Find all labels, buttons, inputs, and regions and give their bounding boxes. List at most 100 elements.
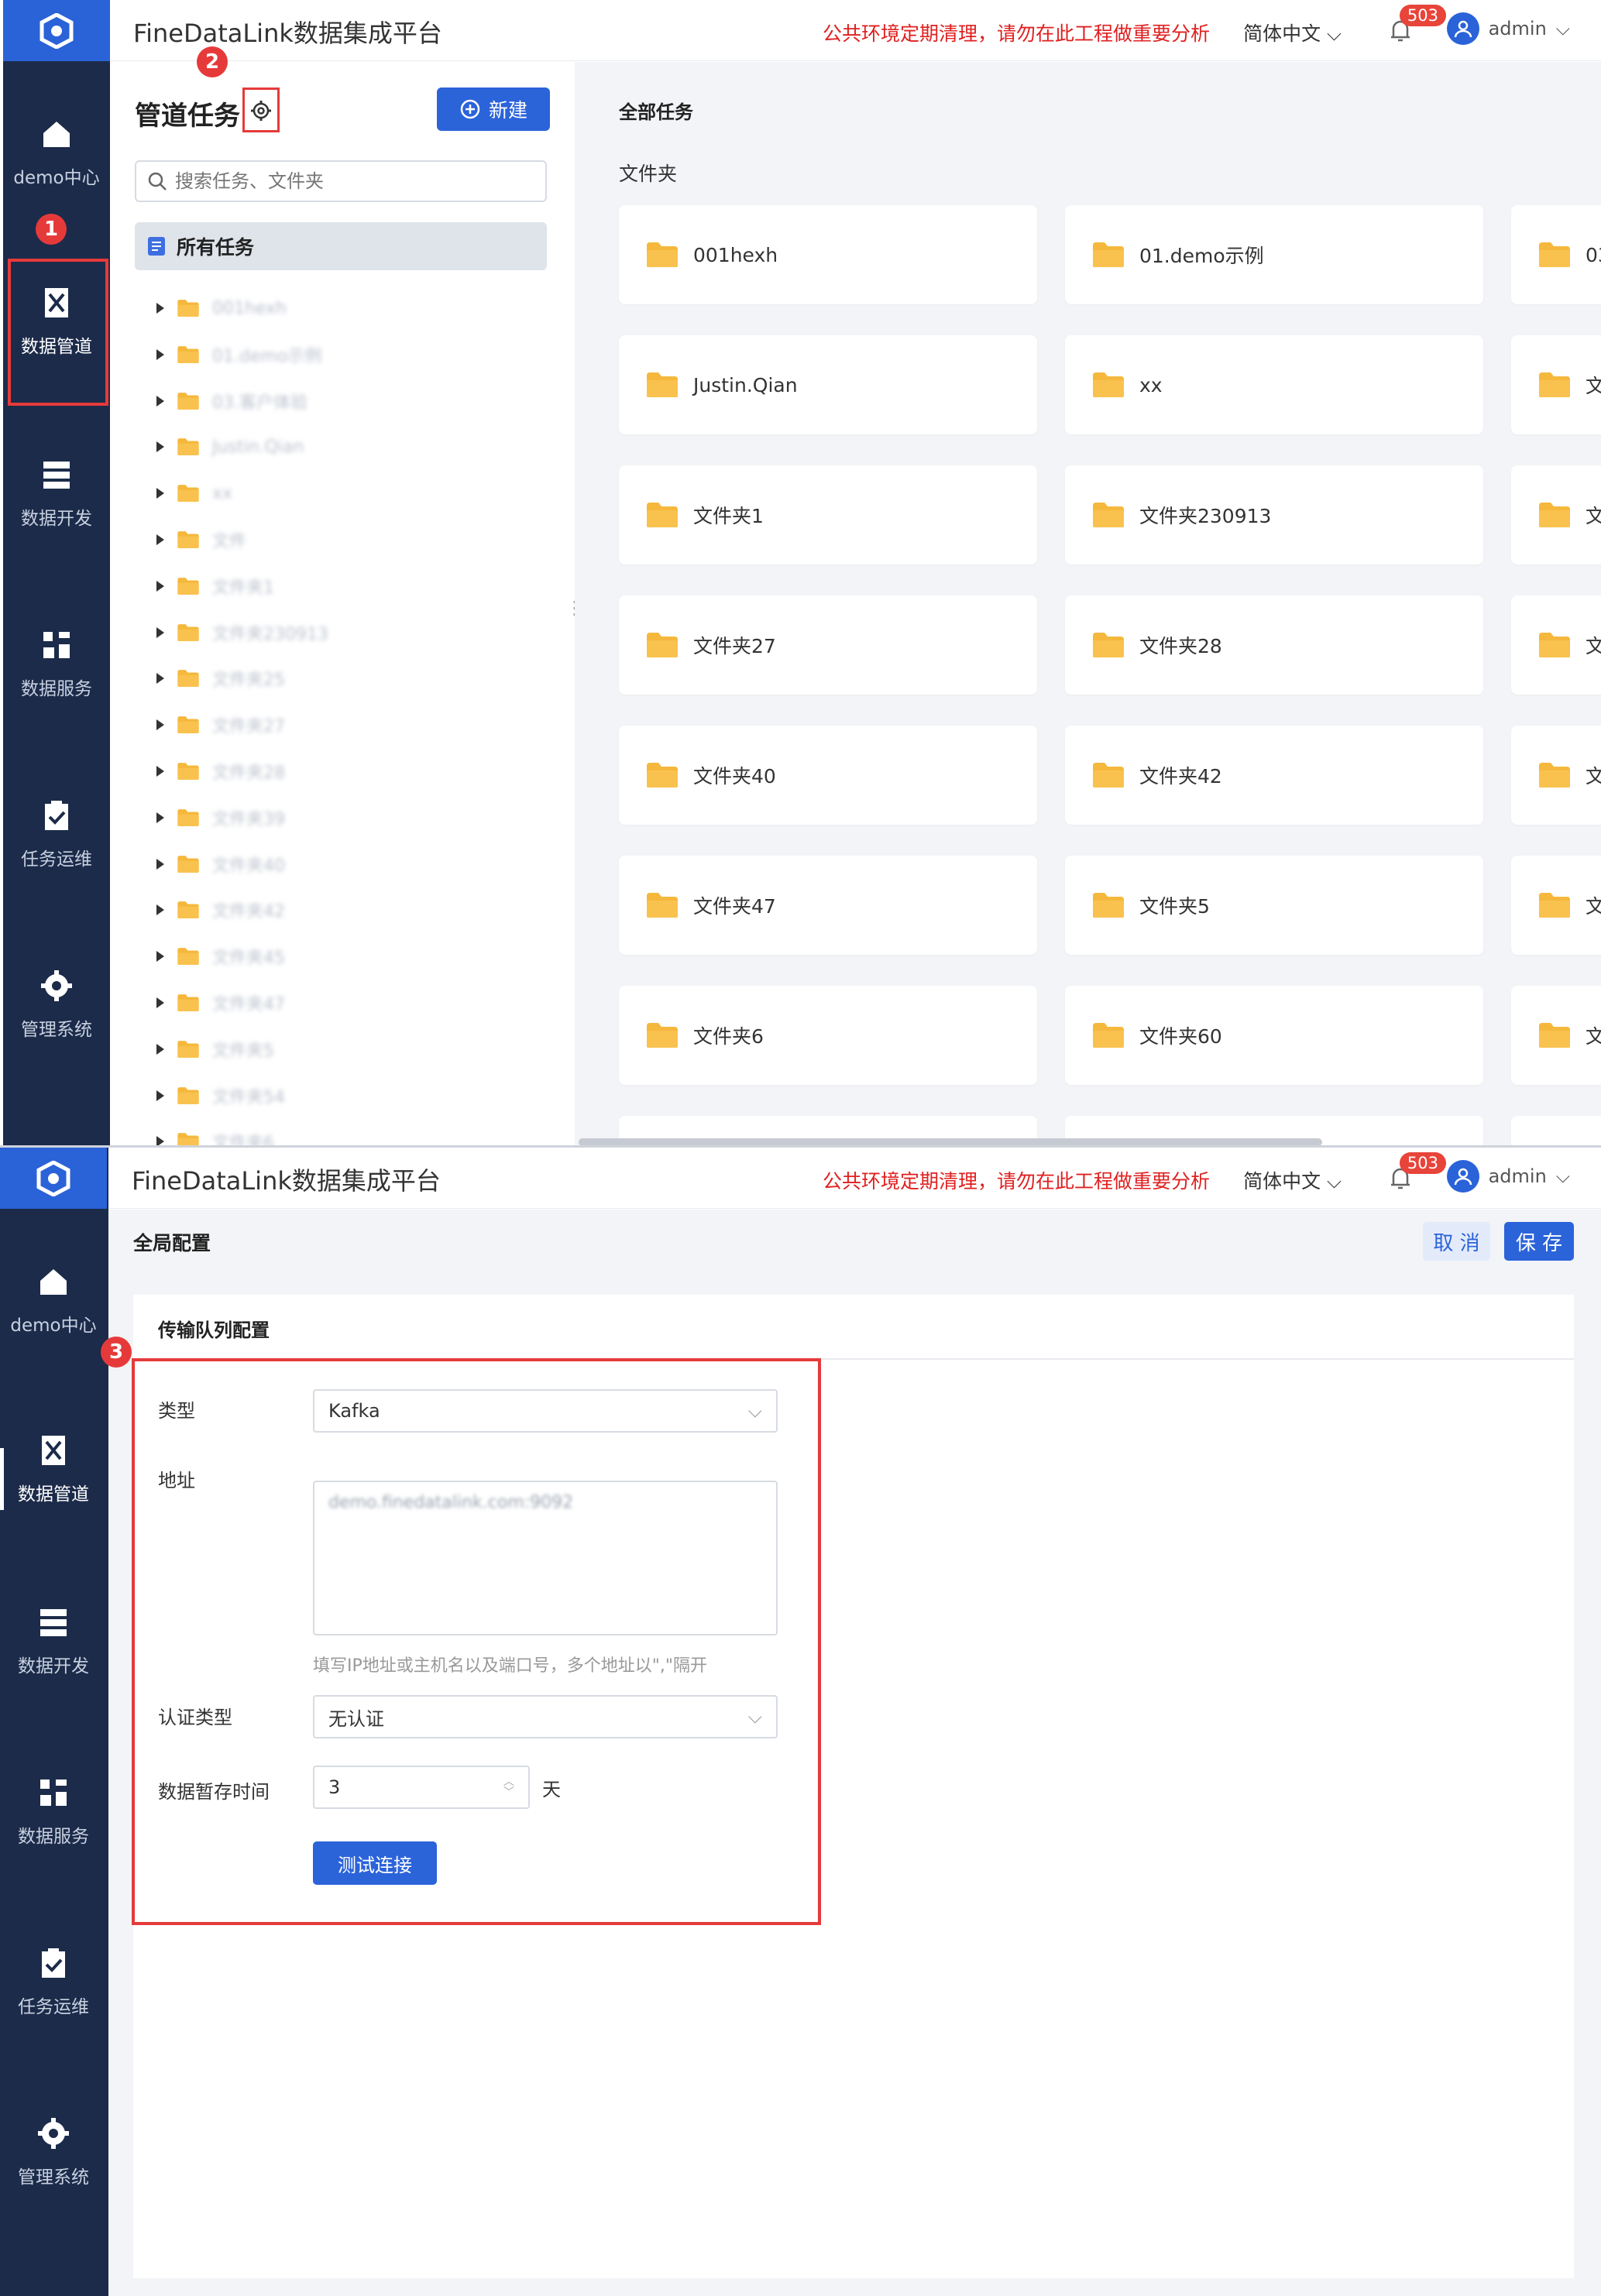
folder-card[interactable]: 文 — [1511, 335, 1601, 434]
expand-arrow-icon[interactable] — [156, 1043, 164, 1055]
folder-icon — [177, 808, 199, 826]
folder-icon — [647, 1023, 678, 1048]
expand-arrow-icon[interactable] — [156, 441, 164, 453]
tree-item[interactable]: 文件夹28 — [156, 756, 285, 787]
expand-arrow-icon[interactable] — [156, 1090, 164, 1101]
folder-card[interactable]: 文 — [1511, 986, 1601, 1085]
folder-card[interactable]: 文件夹47 — [619, 856, 1037, 955]
tree-item[interactable]: xx — [156, 478, 232, 509]
sidebar-item-demo[interactable]: demo中心 — [3, 116, 110, 189]
folder-icon — [1539, 1023, 1570, 1048]
folder-card-label: 文件夹40 — [693, 765, 776, 788]
tree-item-label: 文件夹5 — [212, 1041, 274, 1061]
user-menu[interactable]: admin ⌵ — [1446, 12, 1570, 45]
folder-card[interactable] — [1511, 1116, 1601, 1146]
folder-icon — [177, 901, 199, 919]
folder-card[interactable]: 01.demo示例 — [1065, 205, 1483, 304]
expand-arrow-icon[interactable] — [156, 580, 164, 592]
expand-arrow-icon[interactable] — [156, 673, 164, 685]
folder-icon — [647, 242, 678, 267]
tree-item[interactable]: 文件夹42 — [156, 894, 285, 925]
folder-card[interactable]: 文件夹230913 — [1065, 465, 1483, 565]
folder-card[interactable]: 03 — [1511, 205, 1601, 304]
folder-card[interactable]: 文 — [1511, 726, 1601, 825]
folder-card[interactable]: 文件夹28 — [1065, 595, 1483, 695]
folder-card[interactable]: 文件夹1 — [619, 465, 1037, 565]
folder-card[interactable]: 文 — [1511, 856, 1601, 955]
expand-arrow-icon[interactable] — [156, 534, 164, 545]
tree-item[interactable]: 文件夹47 — [156, 987, 285, 1018]
folder-card-label: 文件夹5 — [1139, 895, 1210, 918]
cancel-button[interactable]: 取 消 — [1423, 1222, 1490, 1261]
folder-card[interactable]: 001hexh — [619, 205, 1037, 304]
new-task-button[interactable]: 新建 — [437, 88, 550, 131]
expand-arrow-icon[interactable] — [156, 812, 164, 823]
expand-arrow-icon[interactable] — [156, 766, 164, 777]
folder-card[interactable]: 文件夹27 — [619, 595, 1037, 695]
tree-item[interactable]: 文件夹25 — [156, 663, 285, 694]
sidebar-item-service[interactable]: 数据服务 — [0, 1775, 107, 1848]
tree-item[interactable]: 文件夹45 — [156, 941, 285, 972]
folder-card-label: 文 — [1586, 895, 1601, 918]
tree-item[interactable]: 文件夹39 — [156, 802, 285, 833]
sidebar-item-ops[interactable]: 任务运维 — [0, 1945, 107, 2018]
folder-card[interactable]: 文件夹6 — [619, 986, 1037, 1085]
expand-arrow-icon[interactable] — [156, 904, 164, 916]
tree-item-all-tasks[interactable]: 所有任务 — [135, 222, 547, 270]
sidebar-item-demo[interactable]: demo中心 — [0, 1264, 107, 1337]
tree-item[interactable]: 文件夹5 — [156, 1034, 274, 1065]
sidebar-item-service[interactable]: 数据服务 — [3, 627, 110, 700]
folder-card[interactable]: 文件夹5 — [1065, 856, 1483, 955]
tree-item[interactable]: 01.demo示例 — [156, 339, 321, 370]
folder-card[interactable]: 文 — [1511, 465, 1601, 565]
folder-icon — [177, 345, 199, 363]
tree-item[interactable]: 文件 — [156, 524, 246, 555]
expand-arrow-icon[interactable] — [156, 997, 164, 1008]
folder-card[interactable]: 文件夹40 — [619, 726, 1037, 825]
user-name: admin — [1488, 18, 1547, 39]
logo-icon[interactable] — [3, 0, 110, 61]
expand-arrow-icon[interactable] — [156, 488, 164, 499]
logo-icon[interactable] — [0, 1148, 107, 1209]
tree-item[interactable]: 文件夹27 — [156, 709, 285, 740]
folder-card[interactable]: 文件夹42 — [1065, 726, 1483, 825]
sidebar-item-pipeline[interactable]: 数据管道 — [0, 1433, 107, 1505]
folder-card[interactable]: 文 — [1511, 595, 1601, 695]
top-bar: FineDataLink数据集成平台 公共环境定期清理，请勿在此工程做重要分析 … — [108, 1148, 1601, 1209]
expand-arrow-icon[interactable] — [156, 951, 164, 963]
folder-card[interactable]: 文件夹60 — [1065, 986, 1483, 1085]
tree-item[interactable]: 001hexh — [156, 293, 287, 324]
language-label: 简体中文 — [1243, 1170, 1321, 1193]
tree-item[interactable]: 文件夹54 — [156, 1080, 285, 1111]
expand-arrow-icon[interactable] — [156, 348, 164, 360]
sidebar-item-admin[interactable]: 管理系统 — [3, 968, 110, 1041]
save-button[interactable]: 保 存 — [1504, 1222, 1574, 1261]
expand-arrow-icon[interactable] — [156, 719, 164, 731]
sidebar-item-ops[interactable]: 任务运维 — [3, 798, 110, 870]
expand-arrow-icon[interactable] — [156, 626, 164, 638]
expand-arrow-icon[interactable] — [156, 395, 164, 407]
language-selector[interactable]: 简体中文 ⌵ — [1243, 1166, 1342, 1194]
sidebar-item-admin[interactable]: 管理系统 — [0, 2116, 107, 2188]
expand-arrow-icon[interactable] — [156, 858, 164, 870]
tree-item-label: 文件 — [212, 532, 247, 551]
folder-card[interactable]: xx — [1065, 335, 1483, 434]
language-selector[interactable]: 简体中文 ⌵ — [1243, 19, 1342, 46]
folder-card[interactable]: Justin.Qian — [619, 335, 1037, 434]
search-box[interactable] — [135, 160, 547, 202]
expand-arrow-icon[interactable] — [156, 303, 164, 314]
ops-icon — [42, 1948, 65, 1978]
search-input[interactable] — [175, 170, 539, 192]
sidebar-item-dev[interactable]: 数据开发 — [0, 1604, 107, 1677]
tree-item[interactable]: 文件夹230913 — [156, 617, 328, 648]
tree-item[interactable]: Justin.Qian — [156, 431, 304, 462]
tree-item[interactable]: 文件夹1 — [156, 571, 274, 602]
folder-card-label: 001hexh — [693, 243, 778, 266]
user-menu[interactable]: admin ⌵ — [1446, 1160, 1570, 1193]
sidebar-item-dev[interactable]: 数据开发 — [3, 457, 110, 530]
tree-item[interactable]: 文件夹40 — [156, 849, 285, 880]
global-config-screen: demo中心 数据管道 数据开发 数据服务 任务运维 管理系统 FineData… — [0, 1148, 1601, 2296]
tree-item[interactable]: 03.客户体验 — [156, 386, 307, 417]
tree-item[interactable]: 文件夹6 — [156, 1126, 274, 1146]
search-icon — [148, 172, 167, 190]
